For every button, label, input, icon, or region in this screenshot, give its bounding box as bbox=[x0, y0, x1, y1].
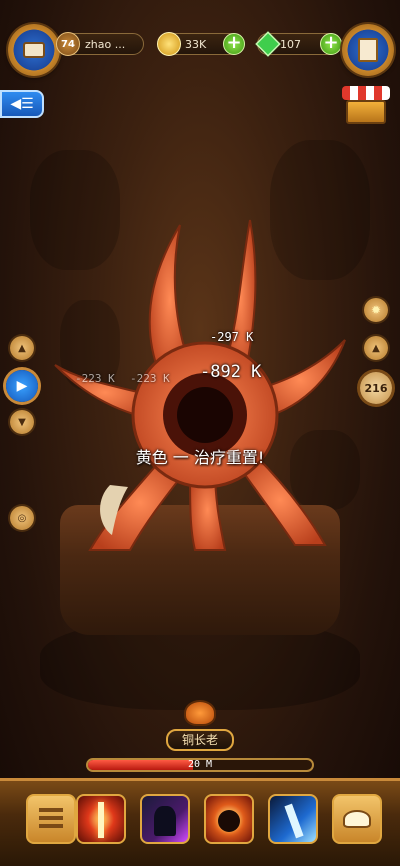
ice-shard-icon bbox=[284, 803, 304, 839]
play-icon: ▶ bbox=[16, 378, 28, 394]
add-gems-button[interactable]: + bbox=[320, 33, 342, 55]
scroll-up-button[interactable]: ▲ bbox=[10, 336, 34, 360]
gem-value: 107 bbox=[280, 37, 301, 51]
auto-play-button[interactable]: ▶ bbox=[6, 370, 38, 402]
shadow-figure-icon bbox=[154, 806, 176, 836]
distance-label: 20 M bbox=[187, 759, 213, 770]
skill-slot-shadow[interactable] bbox=[140, 794, 190, 844]
scroll-down-button[interactable]: ▼ bbox=[10, 410, 34, 434]
skill-slot-fire[interactable] bbox=[76, 794, 126, 844]
treasure-button[interactable] bbox=[332, 794, 382, 844]
skill-slot-ice[interactable] bbox=[268, 794, 318, 844]
boss-name: 铜长老 bbox=[181, 733, 218, 747]
player-name: zhao ... bbox=[85, 37, 126, 51]
add-coins-button[interactable]: + bbox=[223, 33, 245, 55]
fire-beam-icon bbox=[98, 802, 104, 838]
boss-hp-bar: 20 M bbox=[86, 758, 314, 772]
treasure-pile-icon bbox=[343, 810, 371, 828]
clipboard-icon bbox=[358, 38, 378, 62]
briefcase-icon bbox=[23, 42, 45, 58]
coin-value: 33K bbox=[185, 37, 207, 51]
burst-icon bbox=[218, 810, 240, 832]
menu-toggle-button[interactable]: ◀☰ bbox=[0, 90, 44, 118]
damage-number: -223 K bbox=[75, 372, 115, 385]
shop-awning-icon bbox=[342, 86, 390, 100]
camera-icon: ◎ bbox=[17, 512, 27, 524]
triangle-up-icon: ▲ bbox=[372, 342, 380, 354]
player-level: 74 bbox=[61, 38, 75, 50]
camera-button[interactable]: ◎ bbox=[10, 506, 34, 530]
shop-chest-button[interactable] bbox=[342, 86, 390, 126]
boss-name-plate: 铜长老 bbox=[166, 729, 234, 751]
triangle-up-icon: ▲ bbox=[18, 342, 26, 354]
inventory-button[interactable] bbox=[26, 794, 76, 844]
sun-button[interactable]: ✹ bbox=[364, 298, 388, 322]
quest-list-button[interactable] bbox=[342, 24, 394, 76]
briefcase-button[interactable] bbox=[8, 24, 60, 76]
tentacle-monster[interactable] bbox=[50, 215, 350, 560]
coin-icon bbox=[157, 32, 181, 56]
status-banner: 黄色 一 治疗重置! bbox=[135, 448, 265, 467]
chest-icon bbox=[346, 100, 386, 124]
damage-number: -892 K bbox=[200, 362, 262, 382]
menu-icon: ◀☰ bbox=[10, 96, 34, 112]
triangle-down-icon: ▼ bbox=[18, 416, 26, 428]
list-icon bbox=[39, 808, 63, 830]
floor-counter-value: 216 bbox=[364, 381, 388, 395]
skill-slot-burst[interactable] bbox=[204, 794, 254, 844]
skull-emblem-icon bbox=[184, 700, 216, 726]
damage-number: -223 K bbox=[130, 372, 170, 385]
level-badge: 74 bbox=[56, 32, 80, 56]
right-up-button[interactable]: ▲ bbox=[364, 336, 388, 360]
damage-number: -297 K bbox=[210, 330, 254, 344]
sun-icon: ✹ bbox=[370, 303, 382, 317]
floor-counter: 216 bbox=[360, 372, 392, 404]
